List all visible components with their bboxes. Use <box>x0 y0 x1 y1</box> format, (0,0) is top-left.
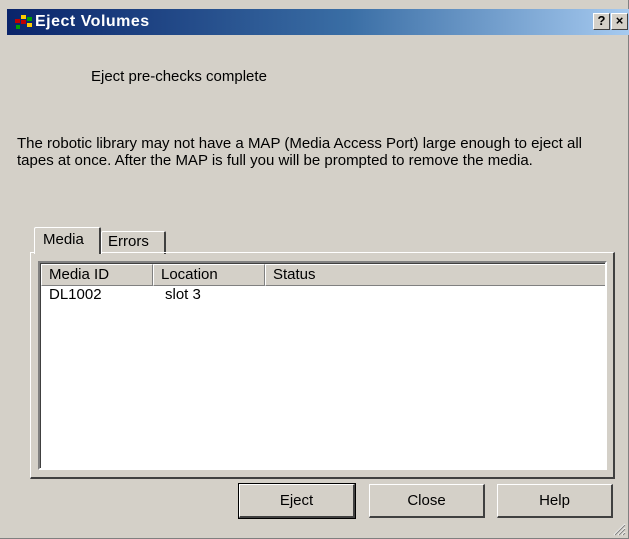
eject-volumes-dialog: Eject Volumes ? × Eject pre-checks compl… <box>0 0 629 539</box>
help-button[interactable]: Help <box>497 484 613 518</box>
window-title: Eject Volumes <box>35 13 150 30</box>
tab-media-label: Media <box>43 231 84 248</box>
media-list[interactable]: Media ID Location Status DL1002 slot 3 <box>38 261 607 470</box>
eject-button[interactable]: Eject <box>238 483 356 519</box>
column-header-media-id[interactable]: Media ID <box>41 264 153 286</box>
cell-location: slot 3 <box>165 286 201 303</box>
tab-errors-label: Errors <box>108 233 149 250</box>
question-mark-icon: ? <box>597 13 606 28</box>
column-header-location[interactable]: Location <box>153 264 265 286</box>
tab-errors[interactable]: Errors <box>101 231 166 254</box>
cell-media-id: DL1002 <box>49 286 102 303</box>
status-message: Eject pre-checks complete <box>91 68 267 85</box>
media-list-body: Media ID Location Status DL1002 slot 3 <box>40 263 605 468</box>
help-titlebar-button[interactable]: ? <box>593 13 610 30</box>
column-header-status[interactable]: Status <box>265 264 605 286</box>
close-button[interactable]: Close <box>369 484 485 518</box>
list-row[interactable]: DL1002 slot 3 <box>41 286 605 304</box>
tab-media[interactable]: Media <box>34 227 101 254</box>
title-bar[interactable]: Eject Volumes ? × <box>7 9 629 35</box>
close-titlebar-button[interactable]: × <box>611 13 628 30</box>
resize-grip-icon[interactable] <box>612 522 626 536</box>
app-icon <box>15 15 32 29</box>
info-message: The robotic library may not have a MAP (… <box>17 135 582 169</box>
close-icon: × <box>615 13 624 28</box>
